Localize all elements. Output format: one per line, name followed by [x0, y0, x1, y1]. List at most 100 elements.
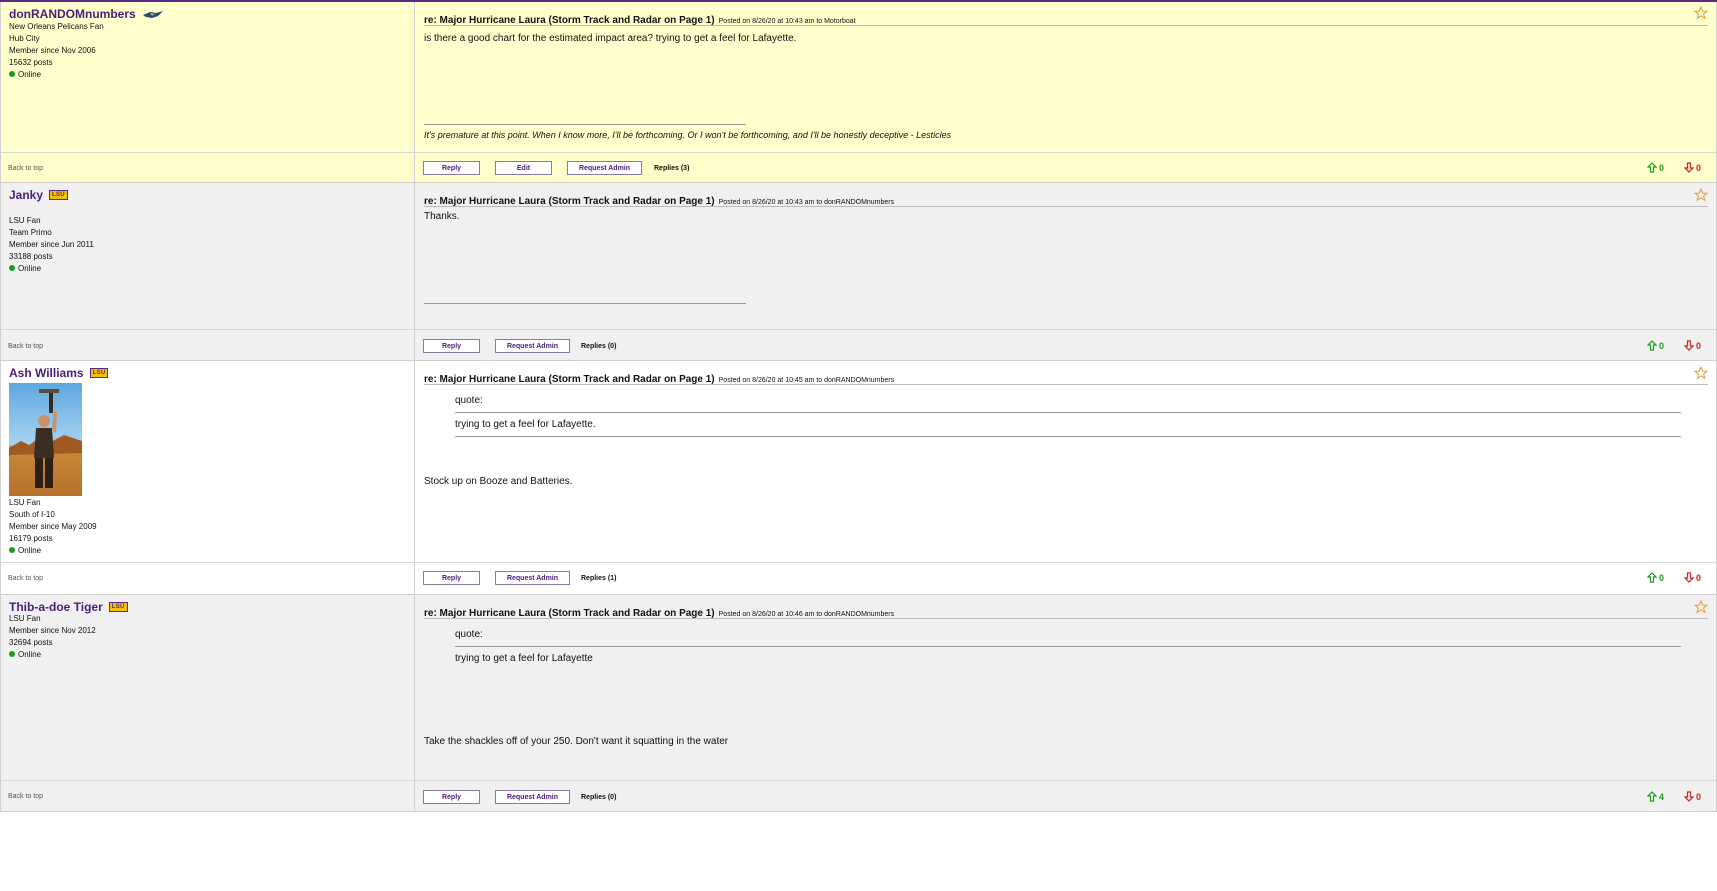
reply-button[interactable]: Reply — [423, 339, 480, 353]
post: Thib-a-doe Tiger LSU LSU Fan Member sinc… — [0, 594, 1717, 812]
user-post-count: 15632 posts — [9, 58, 53, 67]
upvote-button[interactable]: 0 — [1646, 572, 1664, 583]
post-message: is there a good chart for the estimated … — [424, 33, 797, 44]
user-info: LSU Fan South of I-10 Member since May 2… — [9, 497, 97, 557]
replies-link[interactable]: Replies (3) — [654, 165, 689, 172]
username-link[interactable]: Janky LSU — [9, 188, 68, 202]
post-subject: re: Major Hurricane Laura (Storm Track a… — [424, 369, 1708, 385]
post-subject: re: Major Hurricane Laura (Storm Track a… — [424, 10, 1708, 26]
quote-text: trying to get a feel for Lafayette — [455, 653, 593, 664]
username-link[interactable]: donRANDOMnumbers — [9, 7, 164, 21]
post-meta: Posted on 8/26/20 at 10:43 am to Motorbo… — [718, 18, 856, 25]
subject-title: re: Major Hurricane Laura (Storm Track a… — [424, 196, 715, 207]
star-icon[interactable] — [1693, 5, 1709, 20]
user-fan-label: LSU Fan — [9, 498, 41, 507]
reply-button[interactable]: Reply — [423, 790, 480, 804]
post-signature: It's premature at this point. When I kno… — [424, 130, 952, 140]
user-panel: donRANDOMnumbers New Orleans Pelicans Fa… — [0, 2, 415, 152]
thumb-down-arrow-icon — [1683, 572, 1694, 583]
quote-divider — [455, 646, 1681, 647]
star-icon[interactable] — [1693, 599, 1709, 614]
upvote-button[interactable]: 4 — [1646, 791, 1664, 802]
user-member-since: Member since Jun 2011 — [9, 240, 94, 249]
online-icon — [9, 546, 15, 553]
user-member-since: Member since Nov 2006 — [9, 46, 96, 55]
post-body: re: Major Hurricane Laura (Storm Track a… — [416, 183, 1717, 329]
user-post-count: 32694 posts — [9, 638, 53, 647]
post-meta: Posted on 8/26/20 at 10:45 am to donRAND… — [718, 377, 895, 384]
post-body: re: Major Hurricane Laura (Storm Track a… — [416, 595, 1717, 780]
user-location: South of I-10 — [9, 510, 55, 519]
thumb-down-arrow-icon — [1683, 162, 1694, 173]
post-body: re: Major Hurricane Laura (Storm Track a… — [416, 361, 1717, 562]
request-admin-button[interactable]: Request Admin — [495, 571, 570, 585]
reply-button[interactable]: Reply — [423, 161, 480, 175]
back-to-top-link[interactable]: Back to top — [8, 575, 43, 582]
edit-button[interactable]: Edit — [495, 161, 552, 175]
downvote-button[interactable]: 0 — [1683, 162, 1701, 173]
user-fan-label: LSU Fan — [9, 216, 41, 225]
username-link[interactable]: Ash Williams LSU — [9, 366, 109, 380]
online-icon — [9, 264, 15, 271]
thumb-up-arrow-icon — [1646, 162, 1657, 173]
back-to-top-link[interactable]: Back to top — [8, 343, 43, 350]
request-admin-button[interactable]: Request Admin — [495, 790, 570, 804]
replies-link[interactable]: Replies (0) — [581, 794, 616, 801]
subject-title: re: Major Hurricane Laura (Storm Track a… — [424, 15, 715, 26]
post-body: re: Major Hurricane Laura (Storm Track a… — [416, 2, 1717, 152]
post-subject: re: Major Hurricane Laura (Storm Track a… — [424, 191, 1708, 207]
lsu-badge-icon: LSU — [89, 368, 109, 378]
user-panel: Ash Williams LSU LSU Fan South of I-10 M… — [0, 361, 415, 562]
thumb-down-arrow-icon — [1683, 340, 1694, 351]
post: Janky LSU LSU Fan Team Primo Member sinc… — [0, 182, 1717, 360]
replies-link[interactable]: Replies (0) — [581, 343, 616, 350]
signature-divider — [424, 303, 746, 304]
user-location: Hub City — [9, 34, 40, 43]
subject-title: re: Major Hurricane Laura (Storm Track a… — [424, 374, 715, 385]
pelican-icon — [142, 9, 164, 19]
back-to-top-link[interactable]: Back to top — [8, 793, 43, 800]
lsu-badge-icon: LSU — [108, 602, 128, 612]
user-member-since: Member since Nov 2012 — [9, 626, 96, 635]
request-admin-button[interactable]: Request Admin — [495, 339, 570, 353]
upvote-button[interactable]: 0 — [1646, 340, 1664, 351]
user-fan-label: LSU Fan — [9, 614, 41, 623]
quote-text: trying to get a feel for Lafayette. — [455, 419, 596, 430]
post: donRANDOMnumbers New Orleans Pelicans Fa… — [0, 0, 1717, 183]
post-message: Stock up on Booze and Batteries. — [424, 476, 573, 487]
user-post-count: 16179 posts — [9, 534, 53, 543]
user-status: Online — [9, 263, 94, 275]
replies-link[interactable]: Replies (1) — [581, 575, 616, 582]
quote-divider — [455, 412, 1681, 413]
downvote-button[interactable]: 0 — [1683, 340, 1701, 351]
thumb-up-arrow-icon — [1646, 340, 1657, 351]
user-status: Online — [9, 69, 104, 81]
thumb-down-arrow-icon — [1683, 791, 1694, 802]
downvote-button[interactable]: 0 — [1683, 791, 1701, 802]
user-location: Team Primo — [9, 228, 52, 237]
user-info: LSU Fan Member since Nov 2012 32694 post… — [9, 613, 96, 661]
signature-divider — [424, 124, 746, 125]
user-panel: Thib-a-doe Tiger LSU LSU Fan Member sinc… — [0, 595, 415, 780]
request-admin-button[interactable]: Request Admin — [567, 161, 642, 175]
online-icon — [9, 70, 15, 77]
user-info: LSU Fan Team Primo Member since Jun 2011… — [9, 215, 94, 275]
post-message: Take the shackles off of your 250. Don't… — [424, 736, 729, 747]
user-member-since: Member since May 2009 — [9, 522, 97, 531]
reply-button[interactable]: Reply — [423, 571, 480, 585]
downvote-button[interactable]: 0 — [1683, 572, 1701, 583]
back-to-top-link[interactable]: Back to top — [8, 165, 43, 172]
avatar[interactable] — [9, 383, 82, 496]
user-fan-label: New Orleans Pelicans Fan — [9, 22, 104, 31]
user-status: Online — [9, 545, 97, 557]
star-icon[interactable] — [1693, 187, 1709, 202]
upvote-button[interactable]: 0 — [1646, 162, 1664, 173]
post-meta: Posted on 8/26/20 at 10:46 am to donRAND… — [718, 611, 895, 618]
username-link[interactable]: Thib-a-doe Tiger LSU — [9, 600, 128, 614]
post-subject: re: Major Hurricane Laura (Storm Track a… — [424, 603, 1708, 619]
star-icon[interactable] — [1693, 365, 1709, 380]
online-icon — [9, 650, 15, 657]
subject-title: re: Major Hurricane Laura (Storm Track a… — [424, 608, 715, 619]
quote-label: quote: — [455, 395, 483, 406]
post-message: Thanks. — [424, 211, 460, 222]
